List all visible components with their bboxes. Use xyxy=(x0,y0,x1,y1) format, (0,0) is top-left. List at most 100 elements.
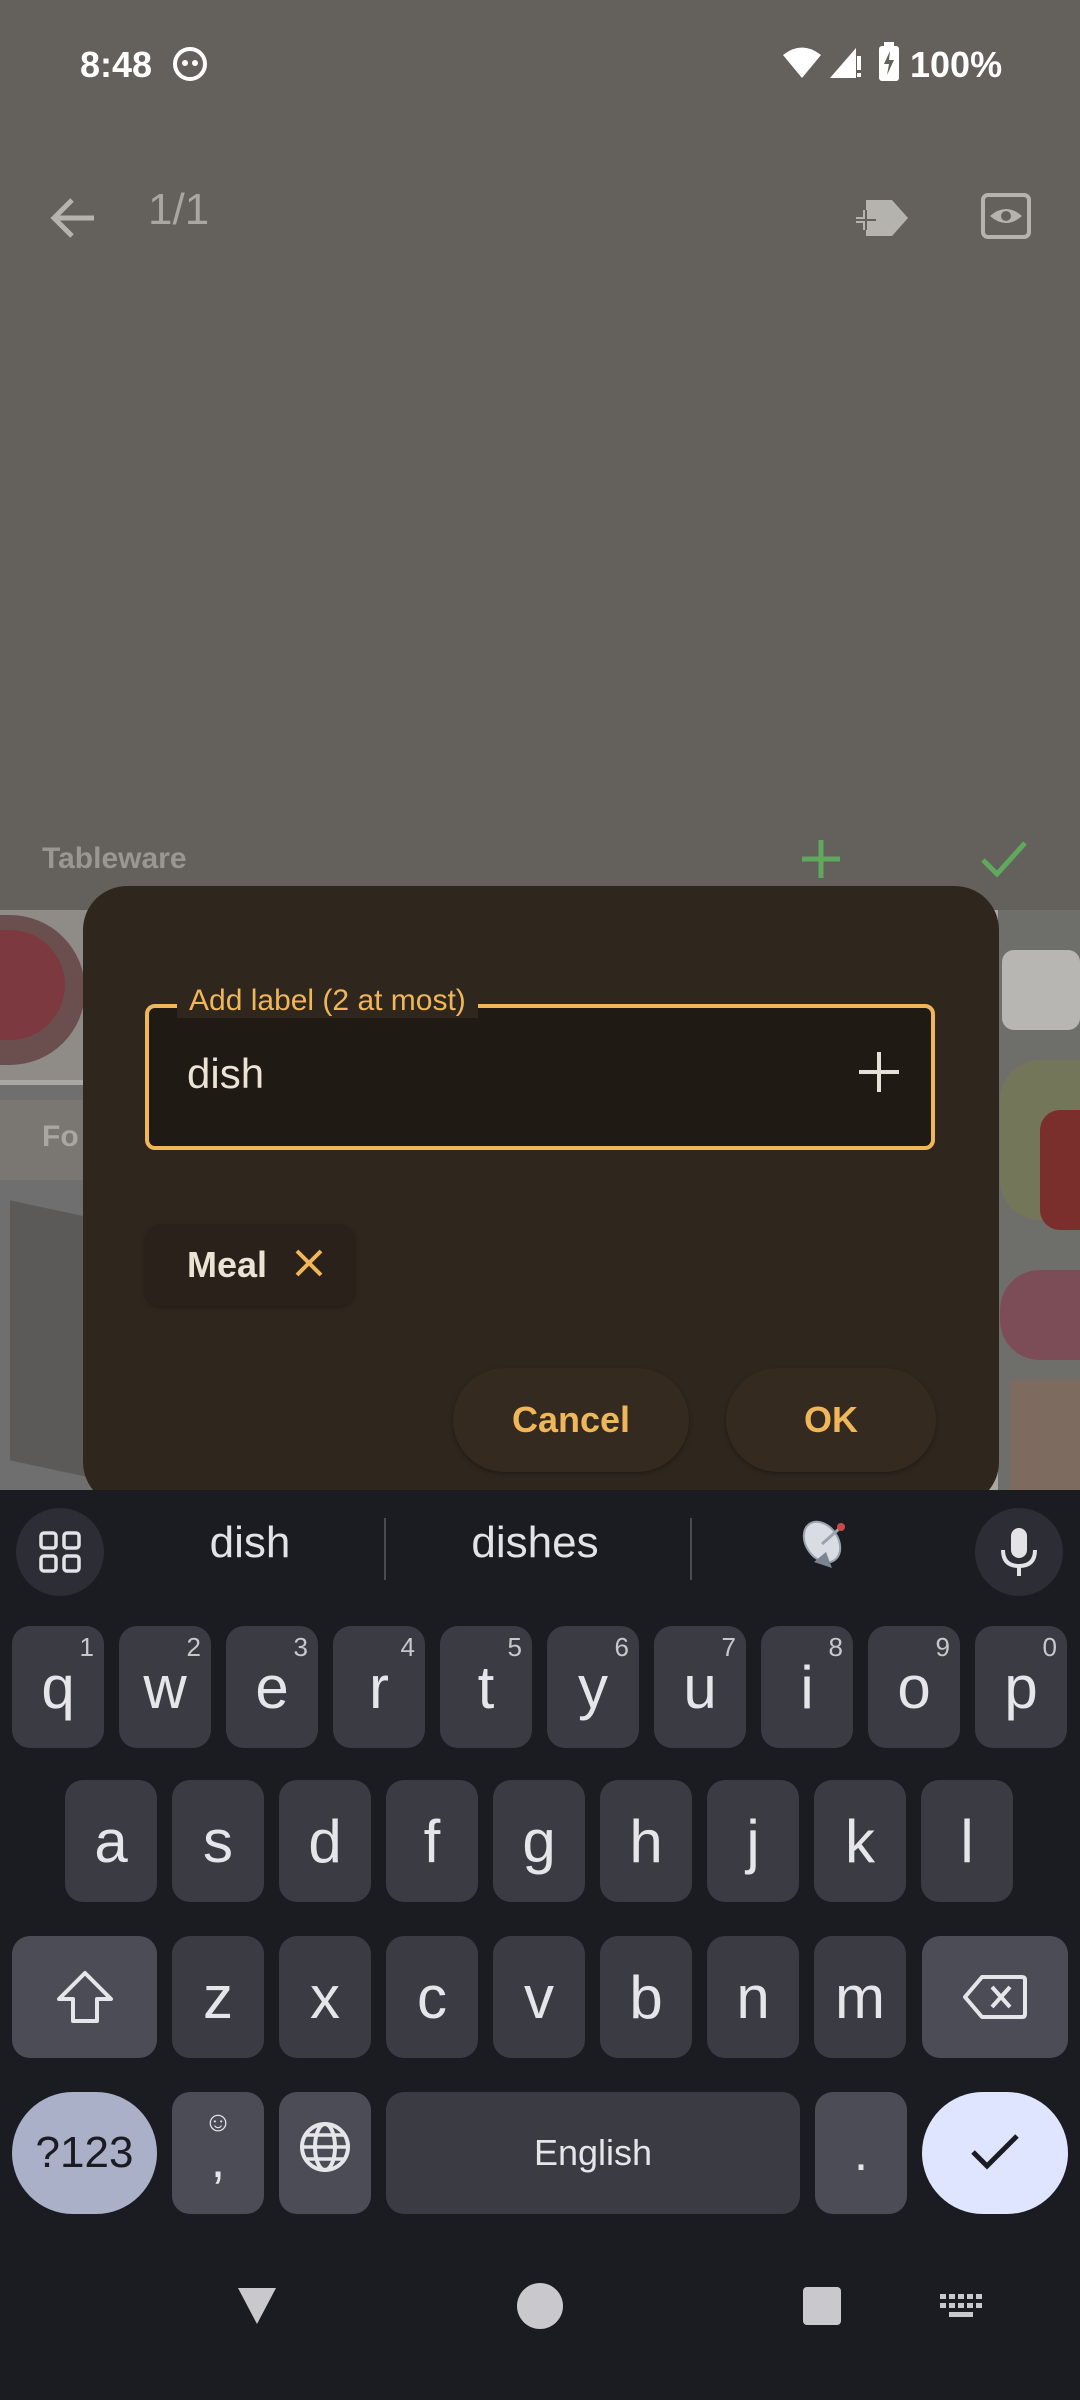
key-label: c xyxy=(417,1963,447,2031)
language-key[interactable] xyxy=(279,2092,371,2214)
preview-icon[interactable] xyxy=(980,190,1032,247)
key-n[interactable]: n xyxy=(707,1936,799,2058)
key-label: g xyxy=(522,1807,556,1875)
key-label: d xyxy=(308,1807,342,1875)
key-r[interactable]: r4 xyxy=(333,1626,425,1748)
suggestion-strip: dish dishes xyxy=(0,1490,1080,1610)
key-e[interactable]: e3 xyxy=(226,1626,318,1748)
suggestion-item[interactable]: dish xyxy=(150,1518,350,1568)
plus-icon[interactable] xyxy=(849,1042,909,1102)
key-hint: 1 xyxy=(79,1632,94,1662)
key-label: w xyxy=(143,1653,187,1721)
key-p[interactable]: p0 xyxy=(975,1626,1067,1748)
key-i[interactable]: i8 xyxy=(761,1626,853,1748)
key-label: u xyxy=(683,1653,717,1721)
suggestion-item[interactable]: dishes xyxy=(420,1518,650,1568)
add-label-icon[interactable] xyxy=(852,190,912,251)
key-d[interactable]: d xyxy=(279,1780,371,1902)
key-k[interactable]: k xyxy=(814,1780,906,1902)
key-label: o xyxy=(897,1653,931,1721)
key-label: k xyxy=(845,1807,875,1875)
page-counter: 1/1 xyxy=(148,185,210,234)
key-hint: 7 xyxy=(721,1632,736,1662)
key-t[interactable]: t5 xyxy=(440,1626,532,1748)
key-hint: 9 xyxy=(935,1632,950,1662)
comma-label: , xyxy=(210,2131,226,2189)
signal-icon xyxy=(828,46,862,85)
key-q[interactable]: q1 xyxy=(12,1626,104,1748)
battery-icon xyxy=(878,42,900,87)
key-label: z xyxy=(203,1963,233,2031)
field-label: Add label (2 at most) xyxy=(177,984,478,1018)
key-y[interactable]: y6 xyxy=(547,1626,639,1748)
status-bar: 8:48 100% xyxy=(0,0,1080,130)
back-nav-icon[interactable] xyxy=(234,2284,280,2333)
label-input[interactable]: dish xyxy=(187,1050,264,1098)
symbols-key[interactable]: ?123 xyxy=(12,2092,157,2214)
period-key[interactable]: . xyxy=(815,2092,907,2214)
key-g[interactable]: g xyxy=(493,1780,585,1902)
key-hint: 6 xyxy=(614,1632,629,1662)
back-arrow-icon[interactable] xyxy=(46,190,102,251)
recents-nav-icon[interactable] xyxy=(802,2286,842,2331)
key-label: i xyxy=(800,1653,814,1721)
label-input-field[interactable]: Add label (2 at most) dish xyxy=(145,984,935,1150)
key-f[interactable]: f xyxy=(386,1780,478,1902)
emoji-comma-key[interactable]: ☺ , xyxy=(172,2092,264,2214)
microphone-icon[interactable] xyxy=(975,1508,1063,1596)
key-x[interactable]: x xyxy=(279,1936,371,2058)
apps-grid-icon[interactable] xyxy=(16,1508,104,1596)
soft-keyboard: dish dishes ?123 ☺ , English . q1w2e3r4t… xyxy=(0,1490,1080,2220)
key-s[interactable]: s xyxy=(172,1780,264,1902)
key-hint: 4 xyxy=(400,1632,415,1662)
key-label: p xyxy=(1004,1653,1038,1721)
key-label: v xyxy=(524,1963,554,2031)
key-j[interactable]: j xyxy=(707,1780,799,1902)
top-toolbar: 1/1 xyxy=(0,150,1080,280)
check-icon[interactable] xyxy=(980,838,1028,885)
chip-label: Meal xyxy=(187,1244,268,1285)
key-z[interactable]: z xyxy=(172,1936,264,2058)
key-label: q xyxy=(41,1653,75,1721)
key-hint: 5 xyxy=(507,1632,522,1662)
key-c[interactable]: c xyxy=(386,1936,478,2058)
key-hint: 2 xyxy=(186,1632,201,1662)
key-hint: 3 xyxy=(293,1632,308,1662)
key-m[interactable]: m xyxy=(814,1936,906,2058)
key-hint: 0 xyxy=(1042,1632,1057,1662)
ok-button[interactable]: OK xyxy=(726,1368,936,1472)
label-title: Tableware xyxy=(42,842,187,875)
key-label: y xyxy=(578,1653,608,1721)
close-icon[interactable] xyxy=(293,1247,325,1284)
key-label: h xyxy=(629,1807,663,1875)
key-label: m xyxy=(835,1963,885,2031)
key-h[interactable]: h xyxy=(600,1780,692,1902)
check-icon xyxy=(967,2119,1023,2188)
status-time: 8:48 xyxy=(80,44,153,85)
backspace-key[interactable] xyxy=(922,1936,1068,2058)
key-a[interactable]: a xyxy=(65,1780,157,1902)
add-icon[interactable] xyxy=(800,838,842,885)
label-chip-meal[interactable]: Meal xyxy=(145,1224,356,1306)
enter-key[interactable] xyxy=(922,2092,1068,2214)
key-v[interactable]: v xyxy=(493,1936,585,2058)
key-l[interactable]: l xyxy=(921,1780,1013,1902)
key-label: e xyxy=(255,1653,289,1721)
keyboard-switch-icon[interactable] xyxy=(940,2294,984,2325)
key-label: t xyxy=(477,1653,495,1721)
key-o[interactable]: o9 xyxy=(868,1626,960,1748)
cancel-button[interactable]: Cancel xyxy=(453,1368,689,1472)
key-label: s xyxy=(203,1807,233,1875)
key-b[interactable]: b xyxy=(600,1936,692,2058)
navigation-bar xyxy=(0,2220,1080,2400)
globe-icon xyxy=(298,2119,352,2188)
key-label: a xyxy=(94,1807,128,1875)
key-label: j xyxy=(746,1807,760,1875)
shift-key[interactable] xyxy=(12,1936,157,2058)
home-nav-icon[interactable] xyxy=(516,2282,564,2335)
key-u[interactable]: u7 xyxy=(654,1626,746,1748)
key-w[interactable]: w2 xyxy=(119,1626,211,1748)
wifi-icon xyxy=(782,46,822,85)
space-key[interactable]: English xyxy=(386,2092,800,2214)
satellite-dish-emoji[interactable] xyxy=(796,1512,856,1577)
